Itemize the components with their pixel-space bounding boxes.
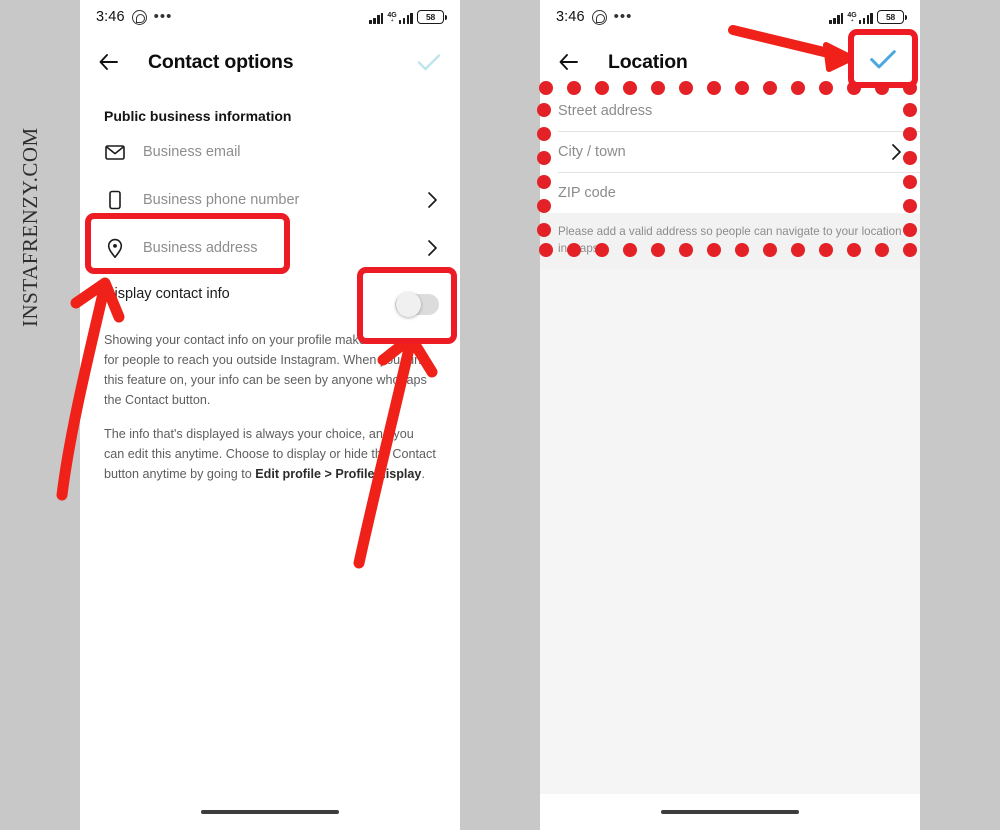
highlight-box-business-address xyxy=(85,213,290,274)
arrow-pointing-business-address xyxy=(56,277,125,501)
screenshot-canvas: INSTAFRENZY.COM 3:46 ••• 4G + 58 Contact… xyxy=(0,0,1000,830)
highlight-box-display-toggle xyxy=(357,267,457,344)
arrow-pointing-toggle xyxy=(353,332,438,569)
highlight-box-confirm-check xyxy=(848,29,918,88)
annotation-layer xyxy=(56,25,917,569)
arrow-pointing-confirm-check xyxy=(728,25,855,72)
dotted-highlight-address-form xyxy=(537,81,917,257)
